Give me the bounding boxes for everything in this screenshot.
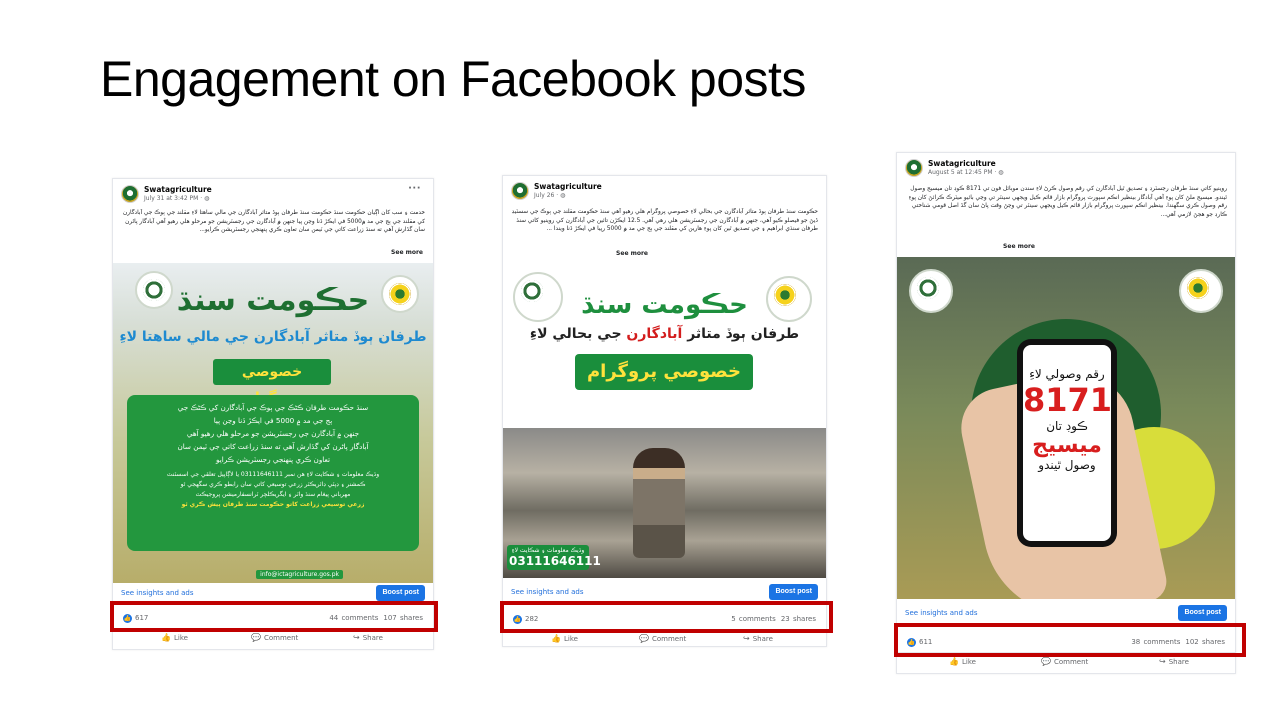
thumbs-up-icon: 👍 [949, 657, 959, 666]
like-button[interactable]: 👍 Like [551, 634, 578, 643]
see-more-link[interactable]: See more [391, 249, 423, 256]
post-image[interactable]: رقم وصولي لاءِ 8171 ڪوڊ تان ميسيج وصول ٿ… [897, 257, 1235, 599]
program-label: خصوصي پروگرام [213, 359, 331, 406]
share-icon: ↪ [353, 633, 360, 642]
info-line: مهرباني پيغام سنڌ واٽر ۽ ايگريڪلچر ٽرانس… [195, 491, 351, 498]
share-icon: ↪ [1159, 657, 1166, 666]
hotline-number: 03111646111 [509, 554, 601, 568]
boost-post-button[interactable]: Boost post [769, 584, 818, 600]
phone-line-1: رقم وصولي لاءِ [1029, 367, 1105, 381]
info-line: جنهن ۾ آبادگارن جي رجسٽريشن جو مرحلو هلي… [186, 429, 360, 438]
boost-post-button[interactable]: Boost post [376, 585, 425, 601]
comment-icon: 💬 [251, 633, 261, 642]
see-insights-link[interactable]: See insights and ads [905, 609, 978, 617]
image-subline: طرفان ٻوڏ متاثر آبادگارن جي مالي ساهتا ل… [119, 329, 427, 345]
share-icon: ↪ [743, 634, 750, 643]
share-button[interactable]: ↪ Share [743, 634, 773, 643]
comment-icon: 💬 [1041, 657, 1051, 666]
like-button[interactable]: 👍 Like [161, 633, 188, 642]
info-line: وڌيڪ معلومات ۽ شڪايت لاءِ هن نمبر 031116… [166, 471, 380, 478]
facebook-post-2: Swatagriculture July 26 · ◍ حڪومت سنڌ طر… [502, 175, 827, 647]
info-line: زرعي توسيعي زراعت کاتو حڪومت سنڌ طرفان پ… [181, 501, 365, 508]
page-avatar[interactable] [121, 185, 139, 203]
program-label: خصوصي پروگرام [575, 354, 753, 390]
page-avatar[interactable] [905, 159, 923, 177]
post-actions: 👍 Like 💬 Comment ↪ Share [113, 631, 433, 647]
post-header: Swatagriculture July 26 · ◍ [511, 182, 818, 204]
contact-email: info@ictagriculture.gos.pk [256, 570, 343, 579]
post-date[interactable]: August 5 at 12:45 PM · ◍ [928, 169, 1004, 176]
sindh-emblem [909, 269, 953, 313]
sms-code: 8171 [1023, 381, 1113, 419]
see-more-link[interactable]: See more [616, 250, 648, 257]
post-actions: 👍 Like 💬 Comment ↪ Share [897, 655, 1235, 671]
share-button[interactable]: ↪ Share [353, 633, 383, 642]
page-name[interactable]: Swatagriculture [928, 159, 996, 168]
more-menu-icon[interactable]: ··· [408, 183, 421, 194]
like-button[interactable]: 👍 Like [949, 657, 976, 666]
post-date[interactable]: July 26 · ◍ [534, 192, 565, 199]
see-insights-link[interactable]: See insights and ads [511, 588, 584, 596]
info-line: ڪمشنر ۽ ڊپٽي ڊائريڪٽر زرعي توسيعي کاتي س… [180, 481, 366, 488]
engagement-highlight-2 [500, 601, 833, 633]
see-more-link[interactable]: See more [1003, 243, 1035, 250]
facebook-post-1: Swatagriculture July 31 at 3:42 PM · ◍ ·… [112, 178, 434, 650]
agriculture-emblem [1179, 269, 1223, 313]
post-image[interactable]: حڪومت سنڌ طرفان ٻوڏ متاثر آبادگارن جي بح… [503, 262, 826, 578]
post-header: Swatagriculture August 5 at 12:45 PM · ◍ [905, 159, 1227, 181]
hotline-label: وڌيڪ معلومات ۽ شڪايت لاءِ [511, 547, 585, 554]
comment-button[interactable]: 💬 Comment [639, 634, 686, 643]
thumbs-up-icon: 👍 [551, 634, 561, 643]
page-name[interactable]: Swatagriculture [534, 182, 602, 191]
info-box: سنڌ حڪومت طرفان ڪڻڪ جي ٻوڪ جي آبادگارن ک… [127, 395, 419, 551]
globe-icon: ◍ [998, 169, 1004, 176]
post-caption: حڪومت سنڌ طرفان ٻوڏ متاثر آبادگارن جي بح… [511, 209, 818, 232]
farmer-figure [633, 448, 685, 558]
image-headline: حڪومت سنڌ [176, 283, 370, 318]
post-caption: خدمت ۽ سب کان اڳيان حڪومت سنڌ حڪومت سنڌ … [122, 210, 425, 233]
farmer-photo: وڌيڪ معلومات ۽ شڪايت لاءِ 03111646111 [503, 428, 826, 578]
post-actions: 👍 Like 💬 Comment ↪ Share [503, 632, 826, 648]
info-line: سنڌ حڪومت طرفان ڪڻڪ جي ٻوڪ جي آبادگارن ک… [177, 403, 369, 412]
insights-row: See insights and ads Boost post [905, 605, 1227, 621]
image-subline: طرفان ٻوڏ متاثر آبادگارن جي بحالي لاءِ [529, 326, 800, 342]
phone-line-3: ميسيج [1032, 433, 1102, 458]
phone-line-2: ڪوڊ تان [1046, 419, 1088, 433]
post-caption: روينيو کاتي سنڌ طرفان رجسٽرڊ ۽ تصديق ٿيل… [908, 186, 1227, 218]
thumbs-up-icon: 👍 [161, 633, 171, 642]
info-line: آبادگار پاڻرن کي گڏارش آهي ته سنڌ زراعت … [177, 442, 369, 451]
globe-icon: ◍ [204, 195, 210, 202]
post-image[interactable]: حڪومت سنڌ طرفان ٻوڏ متاثر آبادگارن جي ما… [113, 263, 433, 583]
post-date[interactable]: July 31 at 3:42 PM · ◍ [144, 195, 209, 202]
comment-icon: 💬 [639, 634, 649, 643]
image-headline: حڪومت سنڌ [581, 290, 748, 320]
info-line: تعاون ڪري پنهنجي رجسٽريشن ڪرايو [216, 455, 330, 464]
slide-title: Engagement on Facebook posts [100, 51, 806, 107]
engagement-highlight-3 [894, 623, 1246, 657]
page-name[interactable]: Swatagriculture [144, 185, 212, 194]
comment-button[interactable]: 💬 Comment [1041, 657, 1088, 666]
engagement-highlight-1 [110, 601, 438, 632]
hotline-box: وڌيڪ معلومات ۽ شڪايت لاءِ 03111646111 [507, 545, 601, 570]
comment-button[interactable]: 💬 Comment [251, 633, 298, 642]
see-insights-link[interactable]: See insights and ads [121, 589, 194, 597]
share-button[interactable]: ↪ Share [1159, 657, 1189, 666]
facebook-post-3: Swatagriculture August 5 at 12:45 PM · ◍… [896, 152, 1236, 674]
insights-row: See insights and ads Boost post [121, 585, 425, 601]
globe-icon: ◍ [560, 192, 566, 199]
page-avatar[interactable] [511, 182, 529, 200]
insights-row: See insights and ads Boost post [511, 584, 818, 600]
phone-screen: رقم وصولي لاءِ 8171 ڪوڊ تان ميسيج وصول ٿ… [1023, 345, 1113, 541]
info-line: ٻج جي مد ۾ 5000 في ايڪڙ ڏنا وڃن پيا [213, 416, 333, 425]
phone-illustration: رقم وصولي لاءِ 8171 ڪوڊ تان ميسيج وصول ٿ… [1017, 339, 1117, 547]
post-header: Swatagriculture July 31 at 3:42 PM · ◍ ·… [121, 183, 425, 207]
phone-line-4: وصول ٿيندو [1038, 458, 1096, 472]
boost-post-button[interactable]: Boost post [1178, 605, 1227, 621]
